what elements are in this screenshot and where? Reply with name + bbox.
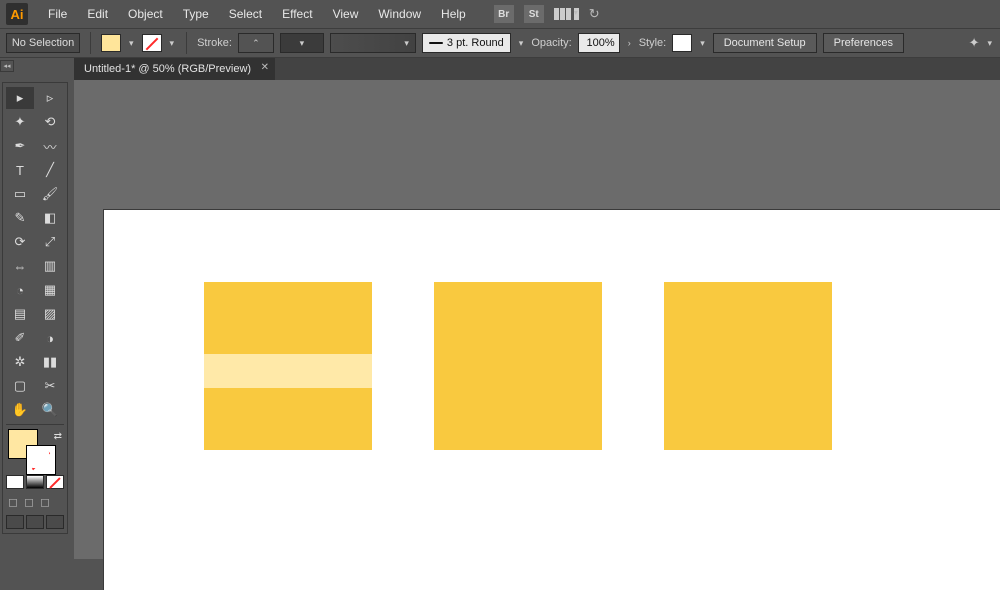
direct-selection-tool[interactable]: ▹ [36,87,64,109]
align-icon[interactable]: ✦ [969,35,980,51]
draw-mode-row: ◻ ◻ ◻ [6,493,64,511]
screen-mode-row [6,515,64,529]
artboard-tool[interactable]: ▢ [6,375,34,397]
stroke-label: Stroke: [197,37,232,49]
document-setup-button[interactable]: Document Setup [713,33,817,53]
arrange-documents-icon[interactable]: ▾ [554,8,579,20]
tool-panel: ▸ ▹ ✦ ⟲ ✒ 〰 T ╱ ▭ 🖌 ✎ ◧ ⟳ ⤢ ⇔ ▥ ◔ ▦ ▤ ▨ … [2,82,68,534]
curvature-tool[interactable]: 〰 [36,135,64,157]
menu-effect[interactable]: Effect [274,3,320,25]
control-bar: No Selection ▾ ▾ Stroke: ⌃ ▾ ▾ 3 pt. Rou… [0,28,1000,58]
app-logo-icon: Ai [6,3,28,25]
document-tab[interactable]: Untitled-1* @ 50% (RGB/Preview) ✕ [74,58,275,80]
rectangle-shape-3[interactable] [664,282,832,450]
preferences-button[interactable]: Preferences [823,33,904,53]
opacity-label: Opacity: [531,37,571,49]
graphic-style-swatch[interactable] [672,34,692,52]
mesh-tool[interactable]: ▤ [6,303,34,325]
brush-definition-label: 3 pt. Round [447,37,504,49]
menu-help[interactable]: Help [433,3,474,25]
shaper-tool[interactable]: ✎ [6,207,34,229]
stock-icon[interactable]: St [524,5,544,23]
type-tool[interactable]: T [6,159,34,181]
style-label: Style: [639,37,667,49]
stroke-weight-field[interactable]: ⌃ [238,33,274,53]
slice-tool[interactable]: ✂ [36,375,64,397]
artboard[interactable] [104,210,1000,590]
free-transform-tool[interactable]: ▥ [36,255,64,277]
chevron-down-icon[interactable]: ▾ [168,38,177,49]
menu-bar: Ai File Edit Object Type Select Effect V… [0,0,1000,28]
menu-file[interactable]: File [40,3,75,25]
pen-tool[interactable]: ✒ [6,135,34,157]
stepper-icon[interactable]: ⌃ [250,38,262,49]
workspace-area[interactable] [74,80,1000,559]
gpu-perf-icon[interactable]: ↻ [589,6,600,22]
menu-window[interactable]: Window [370,3,429,25]
menubar-right-cluster: Br St ▾ ↻ [494,5,600,23]
bridge-icon[interactable]: Br [494,5,514,23]
width-tool[interactable]: ⇔ [6,255,34,277]
document-tab-title: Untitled-1* @ 50% (RGB/Preview) [84,63,251,75]
document-tab-strip: Untitled-1* @ 50% (RGB/Preview) ✕ [74,58,1000,80]
panel-collapse-handle[interactable]: ◂◂ [0,60,14,72]
stroke-swatch[interactable] [142,34,162,52]
menu-type[interactable]: Type [175,3,217,25]
color-mode-row [6,475,64,489]
divider [186,32,187,54]
symbol-sprayer-tool[interactable]: ✲ [6,351,34,373]
screen-mode-button[interactable] [26,515,44,529]
lasso-tool[interactable]: ⟲ [36,111,64,133]
stroke-color-icon[interactable] [26,445,56,475]
brush-definition[interactable]: 3 pt. Round [422,33,511,53]
fill-stroke-control[interactable]: ⇄ [6,429,66,473]
rectangle-stripe[interactable] [204,354,372,388]
draw-normal-icon[interactable]: ◻ [8,495,18,509]
shape-builder-tool[interactable]: ◔ [6,279,34,301]
chevron-down-icon[interactable]: ▾ [517,38,526,49]
eraser-tool[interactable]: ◧ [36,207,64,229]
screen-mode-button[interactable] [46,515,64,529]
menu-view[interactable]: View [325,3,367,25]
paintbrush-tool[interactable]: 🖌 [36,183,64,205]
menu-select[interactable]: Select [221,3,270,25]
fill-swatch[interactable] [101,34,121,52]
rotate-tool[interactable]: ⟳ [6,231,34,253]
zoom-tool[interactable]: 🔍 [36,399,64,421]
blend-tool[interactable]: ◑ [36,327,64,349]
chevron-down-icon[interactable]: ▾ [127,38,136,49]
color-mode-gradient-icon[interactable] [26,475,44,489]
divider [90,32,91,54]
menu-object[interactable]: Object [120,3,171,25]
chevron-right-icon[interactable]: › [626,38,633,48]
line-segment-tool[interactable]: ╱ [36,159,64,181]
variable-width-profile[interactable]: ▾ [330,33,416,53]
chevron-down-icon[interactable]: ▾ [985,38,994,49]
color-mode-none-icon[interactable] [46,475,64,489]
column-graph-tool[interactable]: ▮▮ [36,351,64,373]
rectangle-shape-1[interactable] [204,282,372,450]
screen-mode-button[interactable] [6,515,24,529]
gradient-tool[interactable]: ▨ [36,303,64,325]
rectangle-tool[interactable]: ▭ [6,183,34,205]
opacity-field[interactable]: 100% [578,33,620,53]
rectangle-shape-2[interactable] [434,282,602,450]
draw-behind-icon[interactable]: ◻ [24,495,34,509]
scale-tool[interactable]: ⤢ [36,231,64,253]
color-mode-solid-icon[interactable] [6,475,24,489]
hand-tool[interactable]: ✋ [6,399,34,421]
draw-inside-icon[interactable]: ◻ [40,495,50,509]
chevron-down-icon[interactable]: ▾ [698,38,707,49]
menu-edit[interactable]: Edit [79,3,116,25]
eyedropper-tool[interactable]: ✐ [6,327,34,349]
selection-tool[interactable]: ▸ [6,87,34,109]
swap-fill-stroke-icon[interactable]: ⇄ [54,431,62,442]
perspective-grid-tool[interactable]: ▦ [36,279,64,301]
stroke-weight-dropdown[interactable]: ▾ [280,33,324,53]
selection-status: No Selection [6,33,80,53]
magic-wand-tool[interactable]: ✦ [6,111,34,133]
close-icon[interactable]: ✕ [261,62,269,73]
